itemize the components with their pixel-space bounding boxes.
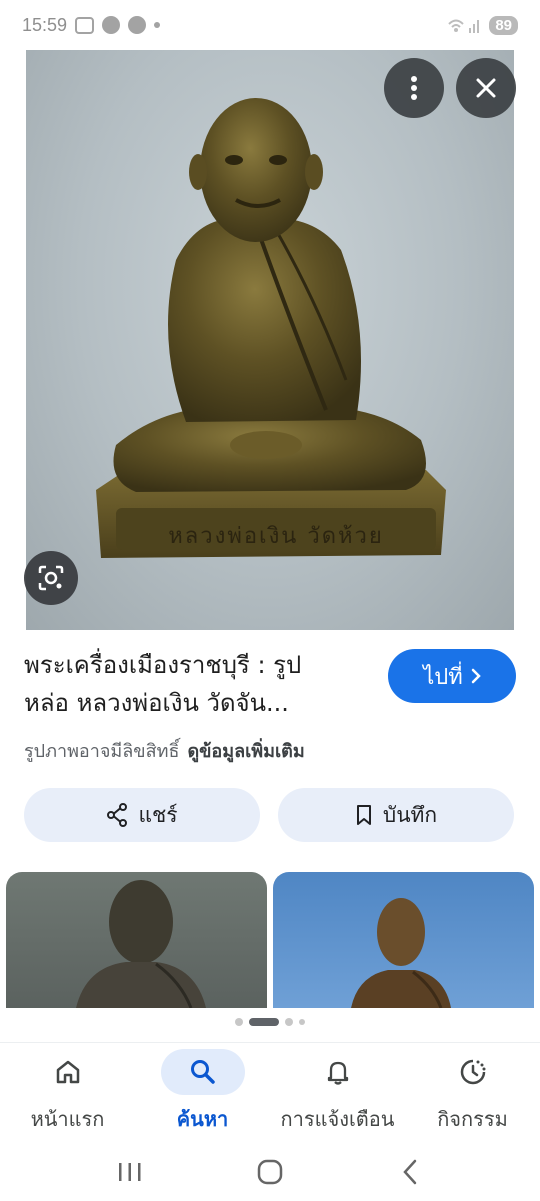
facebook-icon-2 (128, 16, 147, 34)
share-label: แชร์ (138, 802, 178, 827)
nav-search-label: ค้นหา (176, 1107, 229, 1131)
home-system-button[interactable] (240, 1152, 300, 1192)
nav-search-icon-wrap (160, 1049, 245, 1095)
more-vert-icon (411, 76, 417, 100)
close-button[interactable] (456, 58, 516, 118)
pager-dot-active (249, 1018, 279, 1026)
nav-home-icon-wrap (26, 1049, 110, 1095)
bell-icon (327, 1061, 348, 1085)
more-info-link[interactable]: ดูข้อมูลเพิ่มเติม (187, 736, 304, 765)
lens-icon (38, 565, 64, 591)
home-circle-icon (257, 1159, 283, 1184)
pager-dot (235, 1018, 243, 1026)
signal-icon (448, 19, 480, 33)
bottom-nav: หน้าแรก ค้นหา การแจ้งเตือน กิจกรรม (0, 1042, 540, 1142)
home-icon (56, 1060, 79, 1084)
nav-home[interactable]: หน้าแรก (0, 1043, 135, 1143)
carousel-pager (0, 1018, 540, 1026)
activity-icon (460, 1059, 485, 1085)
nav-home-label: หน้าแรก (30, 1107, 105, 1131)
battery-badge: 89 (489, 15, 518, 35)
system-nav-bar (0, 1142, 540, 1201)
goto-site-button[interactable]: ไปที่ (388, 649, 516, 703)
nav-activity-icon-wrap (431, 1049, 515, 1095)
result-title-line1: พระเครื่องเมืองราชบุรี : รูป (24, 651, 302, 679)
notification-dot-icon (154, 22, 161, 28)
recent-apps-button[interactable] (100, 1152, 160, 1192)
pager-dot (299, 1019, 305, 1025)
result-title-line2: หล่อ หลวงพ่อเงิน วัดจัน... (24, 689, 289, 717)
recent-apps-icon (119, 1162, 141, 1181)
result-meta: รูปภาพอาจมีลิขสิทธิ์ ดูข้อมูลเพิ่มเติม (24, 736, 305, 765)
nav-notifications[interactable]: การแจ้งเตือน (270, 1043, 405, 1143)
nav-notifications-icon-wrap (296, 1049, 380, 1095)
more-options-button[interactable] (384, 58, 444, 118)
statue-inscription: หลวงพ่อเงิน วัดห้วย (168, 524, 384, 549)
status-time: 15:59 (22, 14, 68, 35)
related-image-2[interactable] (273, 872, 534, 1008)
status-right: 89 (447, 15, 518, 35)
nav-search[interactable]: ค้นหา (135, 1043, 270, 1143)
chevron-right-icon (471, 668, 481, 684)
nav-activity-label: กิจกรรม (437, 1107, 508, 1131)
share-icon (107, 803, 128, 827)
copyright-notice: รูปภาพอาจมีลิขสิทธิ์ (24, 741, 180, 762)
screenshot-icon (75, 16, 95, 34)
close-icon (476, 78, 496, 98)
status-left: 15:59 (22, 14, 161, 36)
bookmark-icon (356, 805, 371, 825)
search-icon (190, 1060, 215, 1084)
pager-dot (285, 1018, 293, 1026)
save-label: บันทึก (382, 802, 438, 827)
lens-search-button[interactable] (24, 551, 78, 605)
result-title[interactable]: พระเครื่องเมืองราชบุรี : รูป หล่อ หลวงพ่… (24, 646, 372, 722)
nav-activity[interactable]: กิจกรรม (405, 1043, 540, 1143)
share-button[interactable]: แชร์ (24, 788, 260, 842)
related-image-1[interactable] (6, 872, 267, 1008)
thumbnail-statue-2 (351, 898, 451, 1008)
back-button[interactable] (380, 1152, 440, 1192)
nav-notifications-label: การแจ้งเตือน (280, 1107, 395, 1131)
back-icon (403, 1159, 417, 1184)
status-bar: 15:59 89 (0, 0, 540, 50)
hero-image[interactable]: หลวงพ่อเงิน วัดห้วย (26, 50, 514, 630)
save-button[interactable]: บันทึก (278, 788, 514, 842)
thumbnail-statue-1 (76, 880, 206, 1008)
facebook-icon (102, 16, 121, 34)
goto-label: ไปที่ (423, 664, 463, 690)
